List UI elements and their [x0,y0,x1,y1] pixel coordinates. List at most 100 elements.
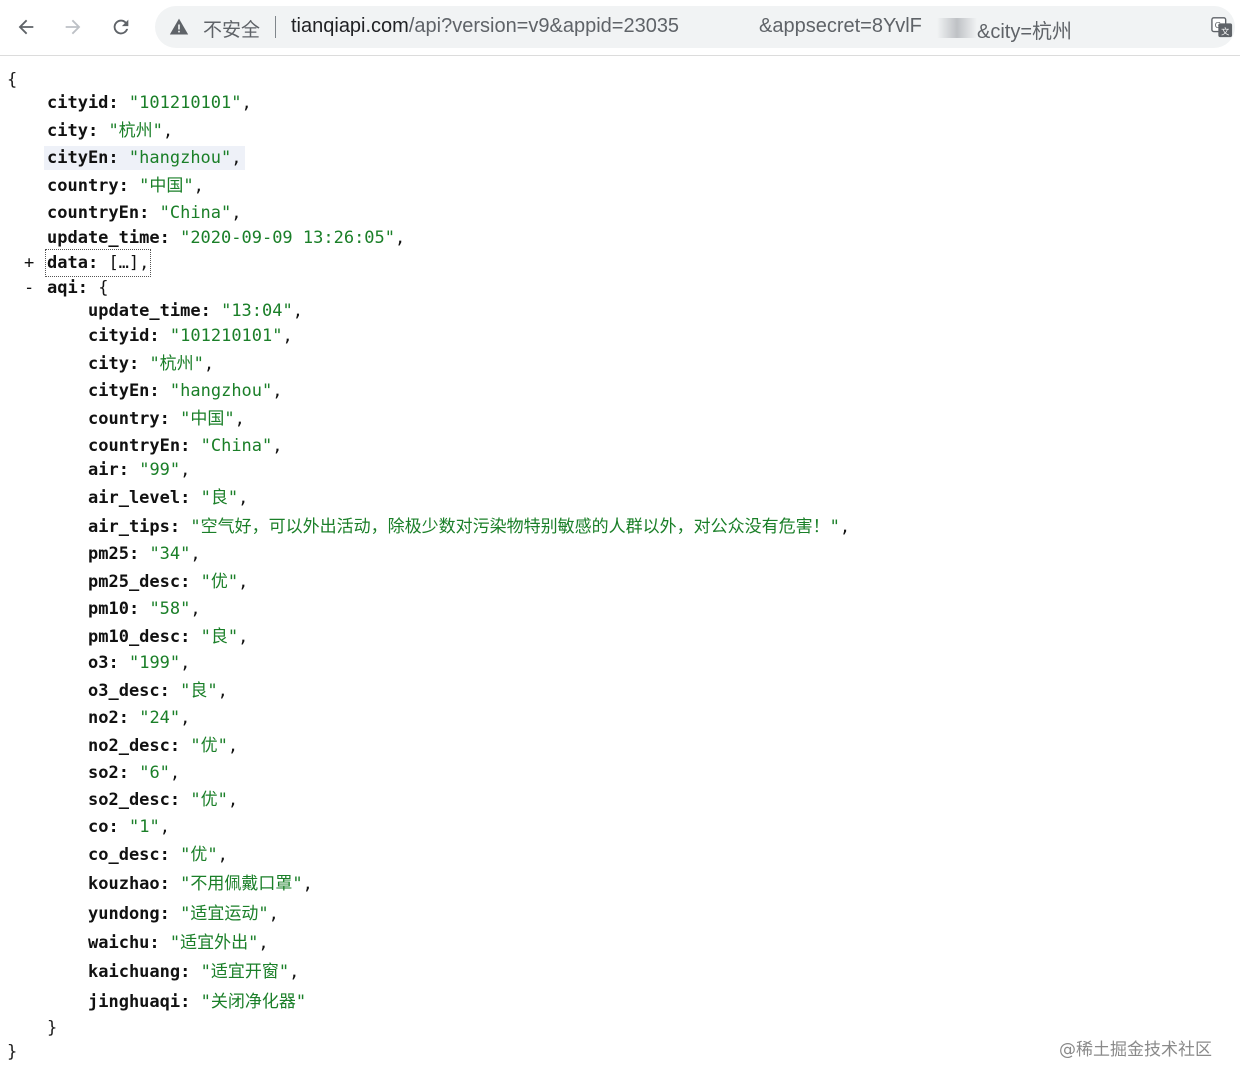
value-air: "99" [139,460,181,480]
value-aqi-countryEn: "China" [200,436,273,456]
value-waichu: "适宜外出" [169,933,259,953]
key-data: data: [47,253,99,273]
key-aqi-cityEn: cityEn: [88,381,160,401]
expand-toggle-data[interactable]: + [24,251,34,275]
key-no2: no2: [88,708,129,728]
warning-icon[interactable] [169,17,189,37]
key-co-desc: co_desc: [88,845,170,865]
value-city: "杭州" [108,121,163,141]
value-no2: "24" [139,708,181,728]
aqi-row-country[interactable]: country: "中国", [88,407,245,431]
aqi-row-air[interactable]: air: "99", [88,458,190,482]
aqi-row-yundong[interactable]: yundong: "适宜运动", [88,902,279,926]
value-co-desc: "优" [180,845,218,865]
json-row-update-time[interactable]: update_time: "2020-09-09 13:26:05", [47,226,405,250]
key-update-time: update_time: [47,228,170,248]
back-button[interactable] [9,10,43,44]
aqi-row-countryEn[interactable]: countryEn: "China", [88,434,283,458]
json-row-cityEn[interactable]: cityEn: "hangzhou", [44,146,245,170]
forward-arrow-icon [65,19,81,35]
aqi-row-pm10-desc[interactable]: pm10_desc: "良", [88,625,248,649]
value-o3: "199" [128,653,181,673]
json-row-data-collapsed[interactable]: data: […], [44,249,152,277]
url-appsecret[interactable]: &appsecret=8YvlF [759,15,922,38]
json-row-country[interactable]: country: "中国", [47,174,204,198]
aqi-row-o3-desc[interactable]: o3_desc: "良", [88,679,228,703]
key-waichu: waichu: [88,933,160,953]
value-kaichuang: "适宜开窗" [200,962,290,982]
value-pm25: "34" [149,544,191,564]
value-countryEn: "China" [159,203,232,223]
omnibox-divider [275,16,276,38]
svg-text:G: G [1215,20,1221,30]
aqi-close-brace: } [47,1018,58,1038]
aqi-row-no2-desc[interactable]: no2_desc: "优", [88,734,238,758]
security-label[interactable]: 不安全 [203,15,260,42]
value-aqi-update-time: "13:04" [221,301,293,321]
address-bar[interactable]: 不安全 tianqiapi.com/api?version=v9&appid=2… [155,6,1235,48]
key-aqi-countryEn: countryEn: [88,436,191,456]
key-countryEn: countryEn: [47,203,150,223]
aqi-row-waichu[interactable]: waichu: "适宜外出", [88,931,269,955]
aqi-row-kouzhao[interactable]: kouzhao: "不用佩戴口罩", [88,872,313,896]
aqi-row-jinghuaqi[interactable]: jinghuaqi: "关闭净化器" [88,990,306,1014]
translate-icon[interactable]: G 文 [1211,16,1233,38]
json-open-brace: { [7,70,18,90]
aqi-row-so2[interactable]: so2: "6", [88,761,180,785]
key-o3-desc: o3_desc: [88,681,170,701]
redacted-mask [937,18,977,38]
aqi-row-pm25-desc[interactable]: pm25_desc: "优", [88,570,248,594]
value-jinghuaqi: "关闭净化器" [200,992,307,1012]
url-city[interactable]: &city=杭州 [977,15,1072,44]
value-aqi-city: "杭州" [149,354,204,374]
aqi-row-update-time[interactable]: update_time: "13:04", [88,299,303,323]
aqi-row-pm10[interactable]: pm10: "58", [88,597,201,621]
key-city: city: [47,121,99,141]
value-cityEn: "hangzhou" [128,148,232,168]
forward-button[interactable] [56,10,90,44]
aqi-row-cityEn[interactable]: cityEn: "hangzhou", [88,379,283,403]
json-close-brace: } [7,1042,18,1062]
reload-button[interactable] [104,10,138,44]
value-kouzhao: "不用佩戴口罩" [180,874,303,894]
aqi-row-pm25[interactable]: pm25: "34", [88,542,201,566]
value-so2-desc: "优" [190,790,228,810]
key-air-tips: air_tips: [88,517,181,537]
aqi-row-cityid[interactable]: cityid: "101210101", [88,324,293,348]
key-pm10: pm10: [88,599,140,619]
json-row-countryEn[interactable]: countryEn: "China", [47,201,242,225]
aqi-row-so2-desc[interactable]: so2_desc: "优", [88,788,238,812]
json-row-city[interactable]: city: "杭州", [47,119,173,143]
json-row-aqi[interactable]: aqi: { [47,276,108,300]
value-pm10: "58" [149,599,191,619]
value-aqi-cityid: "101210101" [169,326,283,346]
aqi-row-no2[interactable]: no2: "24", [88,706,190,730]
value-aqi-country: "中国" [180,409,235,429]
key-country: country: [47,176,129,196]
value-cityid: "101210101" [128,93,242,113]
aqi-row-city[interactable]: city: "杭州", [88,352,214,376]
value-pm25-desc: "优" [200,572,239,592]
aqi-row-air-level[interactable]: air_level: "良", [88,486,248,510]
value-aqi-cityEn: "hangzhou" [169,381,273,401]
key-air: air: [88,460,129,480]
key-aqi-update-time: update_time: [88,301,211,321]
key-yundong: yundong: [88,904,170,924]
value-no2-desc: "优" [190,736,228,756]
url-text[interactable]: tianqiapi.com/api?version=v9&appid=23035 [291,15,679,38]
key-aqi-country: country: [88,409,170,429]
key-pm25: pm25: [88,544,140,564]
svg-text:文: 文 [1221,26,1229,36]
key-so2-desc: so2_desc: [88,790,181,810]
json-row-cityid[interactable]: cityid: "101210101", [47,91,252,115]
value-co: "1" [128,817,160,837]
key-aqi-cityid: cityid: [88,326,160,346]
value-so2: "6" [139,763,170,783]
aqi-row-air-tips[interactable]: air_tips: "空气好，可以外出活动，除极少数对污染物特别敏感的人群以外，… [88,515,850,539]
value-air-tips: "空气好，可以外出活动，除极少数对污染物特别敏感的人群以外，对公众没有危害！" [190,517,840,537]
aqi-row-kaichuang[interactable]: kaichuang: "适宜开窗", [88,960,299,984]
collapse-toggle-aqi[interactable]: - [24,276,34,300]
aqi-row-co-desc[interactable]: co_desc: "优", [88,843,228,867]
aqi-row-o3[interactable]: o3: "199", [88,651,190,675]
aqi-row-co[interactable]: co: "1", [88,815,170,839]
